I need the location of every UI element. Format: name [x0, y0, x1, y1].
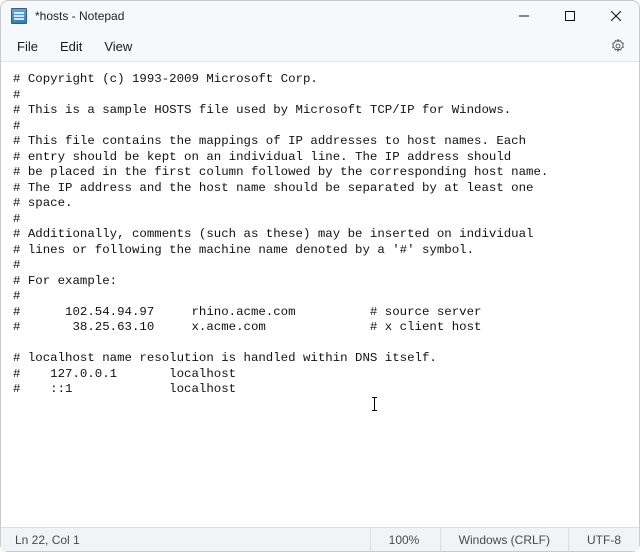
status-encoding: UTF-8: [568, 528, 639, 551]
menu-file[interactable]: File: [7, 35, 48, 58]
title-bar[interactable]: *hosts - Notepad: [1, 1, 639, 31]
editor-content: # Copyright (c) 1993-2009 Microsoft Corp…: [13, 72, 627, 398]
notepad-window: *hosts - Notepad File Edit View # Copyri…: [0, 0, 640, 552]
text-caret: [374, 397, 375, 411]
menu-bar: File Edit View: [1, 31, 639, 61]
minimize-button[interactable]: [501, 1, 547, 31]
notepad-app-icon: [11, 8, 27, 24]
close-icon: [611, 11, 621, 21]
maximize-button[interactable]: [547, 1, 593, 31]
status-bar: Ln 22, Col 1 100% Windows (CRLF) UTF-8: [1, 527, 639, 551]
status-zoom[interactable]: 100%: [370, 528, 440, 551]
minimize-icon: [519, 11, 529, 21]
text-editor[interactable]: # Copyright (c) 1993-2009 Microsoft Corp…: [1, 61, 639, 527]
menu-view[interactable]: View: [94, 35, 142, 58]
window-controls: [501, 1, 639, 31]
status-line-ending: Windows (CRLF): [440, 528, 568, 551]
status-position: Ln 22, Col 1: [1, 528, 370, 551]
menu-edit[interactable]: Edit: [50, 35, 92, 58]
close-button[interactable]: [593, 1, 639, 31]
window-title: *hosts - Notepad: [35, 9, 124, 23]
maximize-icon: [565, 11, 575, 21]
gear-icon: [610, 38, 626, 54]
settings-button[interactable]: [603, 31, 633, 61]
